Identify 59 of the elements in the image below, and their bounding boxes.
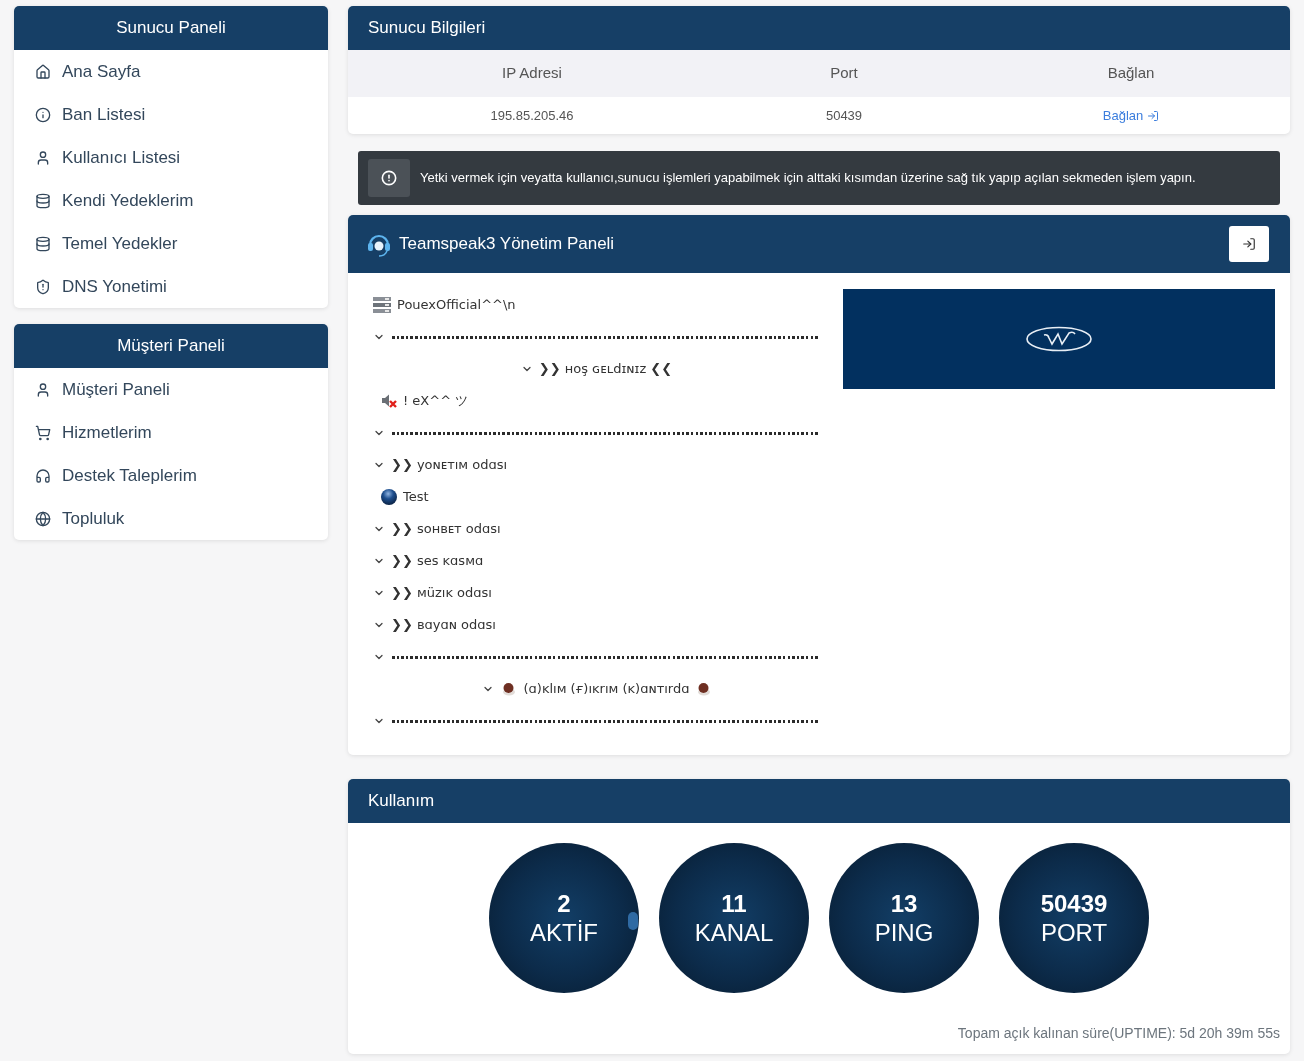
card-title: Sunucu Bilgileri <box>348 6 1290 50</box>
sidebar-link[interactable]: Kullanıcı Listesi <box>14 136 328 179</box>
channel-name[interactable]: ❯❯ ꜱᴏʜʙᴇᴛ odɑsı <box>391 519 501 539</box>
channel-name[interactable]: ❯❯ ᴍüᴢıᴋ odɑsı <box>391 583 492 603</box>
server-name[interactable]: PouexOfficial^^\n <box>397 295 516 315</box>
card-title: Kullanım <box>348 779 1290 823</box>
stat-label: PING <box>874 918 934 947</box>
login-button[interactable] <box>1229 226 1269 262</box>
client-name[interactable]: ! eX^^ ツ <box>403 391 469 411</box>
stat-value: 11 <box>721 889 747 918</box>
alert-text: Yetki vermek için veyatta kullanıcı,sunucu işlemleri yapabilmek için alttaki kısımdan üzerine sağ tık yapıp açılan sekmeden işlem yapın. <box>420 169 1196 188</box>
user-icon <box>35 381 51 398</box>
sidebar-link[interactable]: Hizmetlerim <box>14 411 328 454</box>
sidebar-link[interactable]: Temel Yedekler <box>14 222 328 265</box>
stat-label: AKTİF <box>530 918 598 947</box>
alert-icon <box>368 159 410 197</box>
channel-name[interactable]: (ɑ)ᴋlıᴍ (ғ)ıᴋrıᴍ (ᴋ)ɑɴᴛırdɑ <box>523 679 690 699</box>
sidebar-link[interactable]: Müşteri Paneli <box>14 368 328 411</box>
table-cell-text: 50439 <box>824 106 864 125</box>
client-name[interactable]: Test <box>403 487 429 507</box>
table-header-cell: Port <box>716 50 972 97</box>
login-icon <box>1147 109 1160 122</box>
user-icon <box>35 149 51 166</box>
database-icon <box>35 192 51 209</box>
dot-icon <box>697 682 712 696</box>
channel-name[interactable]: ❯❯ ses ᴋɑsᴍɑ <box>391 551 484 571</box>
sidebar-link[interactable]: Topluluk <box>14 497 328 540</box>
stat-label: PORT <box>1040 918 1108 947</box>
dot-icon <box>501 682 516 696</box>
globe-icon <box>35 510 51 527</box>
database-icon <box>35 235 51 252</box>
channel-name[interactable]: ❯❯ ʙɑyɑɴ odɑsı <box>391 615 496 635</box>
table-header-cell: IP Adresi <box>348 50 716 97</box>
server-icon <box>373 297 391 313</box>
channel-name[interactable]: ❯❯ ʜᴏş ɢᴇʟdɪɴɪᴢ ❮❮ <box>538 359 673 379</box>
table-header-cell: Bağlan <box>972 50 1290 97</box>
panel-title: Müşteri Paneli <box>14 324 328 368</box>
sidebar-link[interactable]: DNS Yonetimi <box>14 265 328 308</box>
panel-title: Sunucu Paneli <box>14 6 328 50</box>
channel-name[interactable]: ❯❯ yoɴᴇᴛıᴍ odɑsı <box>391 455 508 475</box>
headphones-icon <box>35 467 51 484</box>
stat-value: 50439 <box>1040 889 1108 918</box>
cart-icon <box>35 424 51 441</box>
stat-value: 13 <box>890 889 918 918</box>
stat-label: KANAL <box>694 918 774 947</box>
shield-icon <box>35 278 51 295</box>
sidebar-link[interactable]: Ana Sayfa <box>14 50 328 93</box>
card-title: Teamspeak3 Yönetim Paneli <box>399 233 616 256</box>
connect-link[interactable]: Bağlan <box>1102 105 1160 126</box>
info-icon <box>35 106 51 123</box>
sidebar-link[interactable]: Kendi Yedeklerim <box>14 179 328 222</box>
login-icon <box>1242 237 1256 251</box>
sidebar-link[interactable]: Destek Taleplerim <box>14 454 328 497</box>
table-cell-text: 195.85.205.46 <box>489 106 575 125</box>
home-icon <box>35 63 51 80</box>
sidebar-link[interactable]: Ban Listesi <box>14 93 328 136</box>
oval-logo-icon <box>1026 326 1092 352</box>
uptime-text: Topam açık kalınan süre(UPTIME): 5d 20h 39m 55s <box>957 1024 1280 1042</box>
stat-value: 2 <box>557 889 571 918</box>
